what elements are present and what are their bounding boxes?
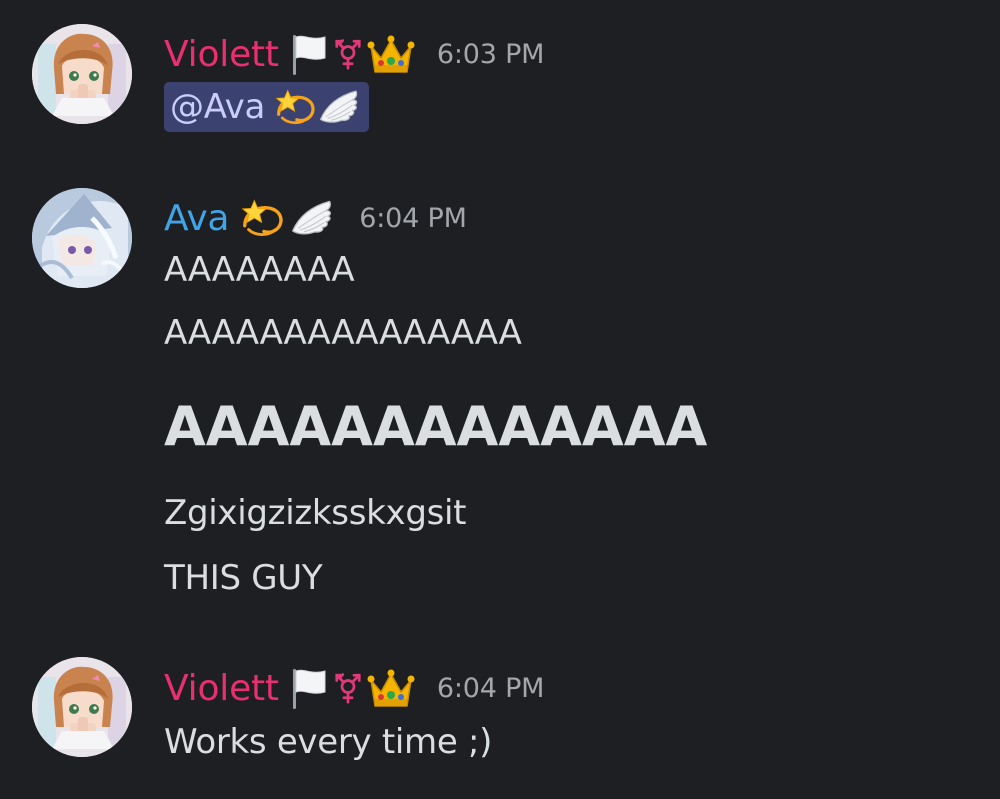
avatar-violett[interactable] <box>32 24 132 124</box>
username-violett[interactable]: Violett <box>164 668 279 709</box>
transgender-symbol-icon <box>333 666 363 710</box>
role-badges <box>289 666 415 710</box>
role-badges <box>239 196 337 240</box>
message-content: @Ava <box>164 82 370 132</box>
avatar-violett[interactable] <box>32 657 132 757</box>
dizzy-star-icon <box>273 87 317 127</box>
message-line: THIS GUY <box>164 558 323 598</box>
crown-icon <box>367 666 415 710</box>
message-line: Works every time ;) <box>164 722 493 762</box>
avatar-ava[interactable] <box>32 188 132 288</box>
dizzy-star-icon <box>239 196 285 240</box>
crown-icon <box>367 32 415 76</box>
timestamp: 6:04 PM <box>436 672 545 704</box>
mention-text: @Ava <box>170 87 266 127</box>
timestamp: 6:04 PM <box>359 202 467 234</box>
angel-wing-icon <box>289 196 337 240</box>
mention-ava[interactable]: @Ava <box>164 82 370 132</box>
angel-wing-icon <box>317 87 363 127</box>
username-ava[interactable]: Ava <box>164 198 229 239</box>
timestamp: 6:03 PM <box>436 38 545 70</box>
message-header: Ava 6:04 PM <box>164 194 467 242</box>
white-flag-icon <box>289 666 329 710</box>
message-header: Violett 6:04 PM <box>164 664 544 712</box>
message-line: AAAAAAAAAAAAAAA <box>164 313 522 353</box>
white-flag-icon <box>289 32 329 76</box>
message-header: Violett 6:03 PM <box>164 30 544 78</box>
message-line: AAAAAAAA <box>164 250 355 290</box>
role-badges <box>289 32 415 76</box>
message-line-large: AAAAAAAAAAAAA <box>164 395 708 458</box>
message-line: Zgixigzizksskxgsit <box>164 493 467 533</box>
transgender-symbol-icon <box>333 32 363 76</box>
username-violett[interactable]: Violett <box>164 34 279 75</box>
